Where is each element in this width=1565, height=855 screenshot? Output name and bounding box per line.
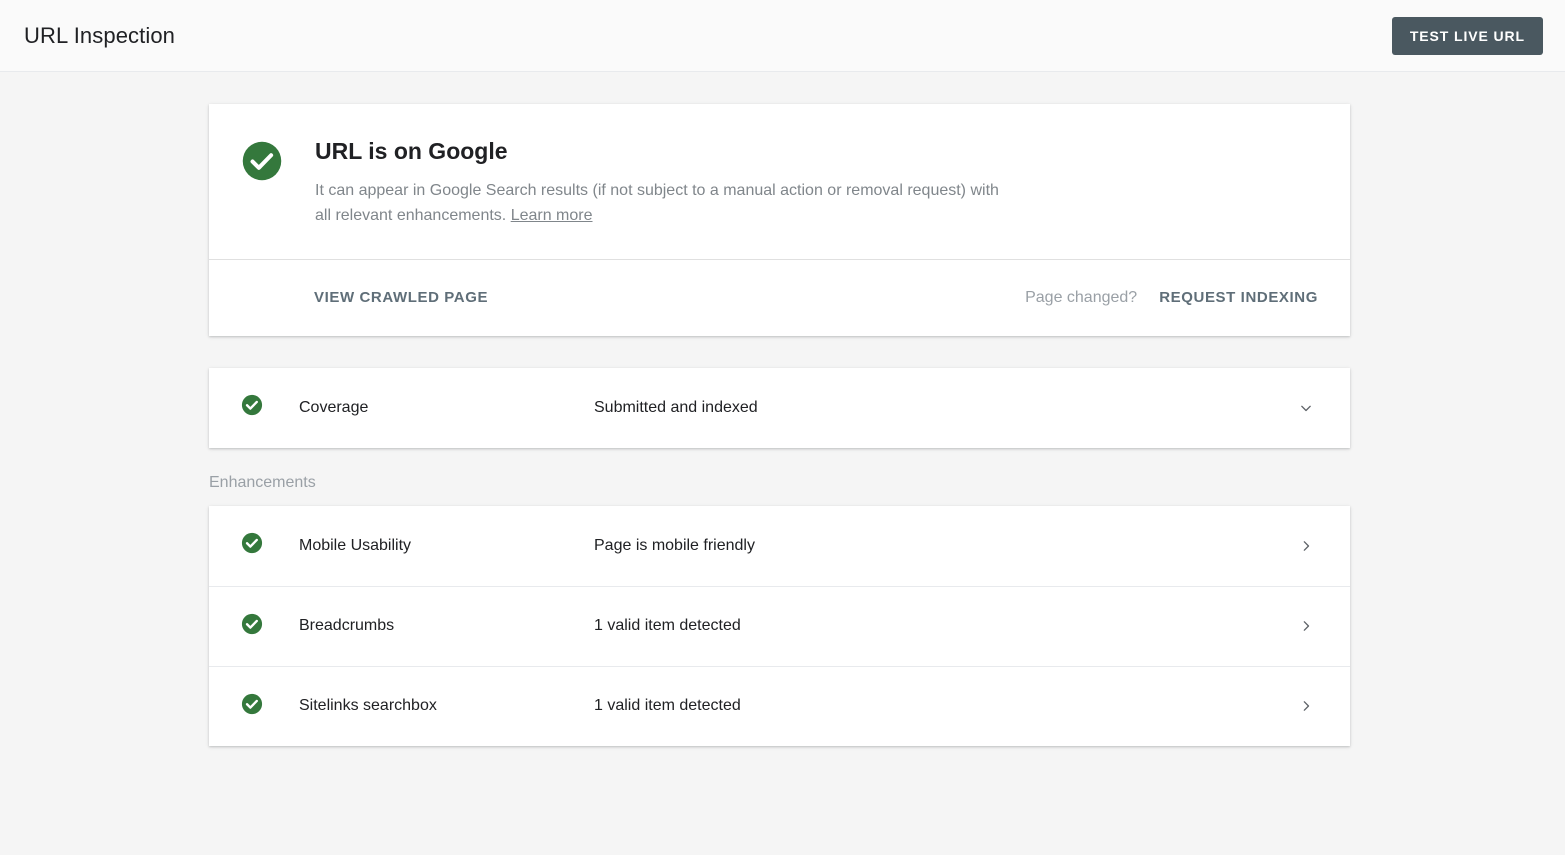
url-status-description: It can appear in Google Search results (… — [315, 178, 1015, 229]
page-changed-label: Page changed? — [1025, 288, 1138, 306]
url-status-actions: VIEW CRAWLED PAGE Page changed? REQUEST … — [209, 260, 1350, 336]
page-header: URL Inspection TEST LIVE URL — [0, 0, 1565, 72]
check-circle-icon — [241, 140, 283, 187]
check-circle-icon — [241, 394, 263, 421]
enhancement-label: Sitelinks searchbox — [299, 697, 437, 715]
coverage-row[interactable]: Coverage Submitted and indexed — [209, 368, 1350, 448]
check-circle-icon — [241, 693, 263, 720]
enhancement-label: Breadcrumbs — [299, 617, 395, 635]
check-circle-icon — [241, 613, 263, 640]
url-status-description-text: It can appear in Google Search results (… — [315, 181, 999, 225]
chevron-right-icon[interactable] — [1294, 534, 1318, 558]
enhancement-row[interactable]: Sitelinks searchbox 1 valid item detecte… — [209, 665, 1350, 746]
main-content: URL is on Google It can appear in Google… — [0, 72, 1565, 746]
enhancements-section-label: Enhancements — [209, 473, 316, 491]
enhancement-value: Page is mobile friendly — [594, 536, 755, 554]
chevron-down-icon[interactable] — [1294, 396, 1318, 420]
test-live-url-button[interactable]: TEST LIVE URL — [1391, 16, 1543, 55]
page-title: URL Inspection — [24, 22, 175, 48]
view-crawled-page-button[interactable]: VIEW CRAWLED PAGE — [314, 289, 488, 306]
url-status-body: URL is on Google It can appear in Google… — [209, 104, 1350, 260]
coverage-card[interactable]: Coverage Submitted and indexed — [209, 367, 1350, 448]
enhancement-row[interactable]: Breadcrumbs 1 valid item detected — [209, 585, 1350, 666]
chevron-right-icon[interactable] — [1294, 614, 1318, 638]
url-status-card: URL is on Google It can appear in Google… — [209, 104, 1350, 336]
chevron-right-icon[interactable] — [1294, 694, 1318, 718]
enhancement-row[interactable]: Mobile Usability Page is mobile friendly — [209, 506, 1350, 586]
coverage-label: Coverage — [299, 398, 369, 416]
enhancement-label: Mobile Usability — [299, 536, 412, 554]
check-circle-icon — [241, 532, 263, 559]
enhancements-card: Mobile Usability Page is mobile friendly… — [209, 505, 1350, 746]
url-status-text: URL is on Google It can appear in Google… — [315, 138, 1318, 229]
coverage-value: Submitted and indexed — [594, 398, 758, 416]
enhancement-value: 1 valid item detected — [594, 617, 741, 635]
request-indexing-button[interactable]: REQUEST INDEXING — [1159, 289, 1318, 306]
url-status-title: URL is on Google — [315, 138, 508, 164]
indexing-actions: Page changed? REQUEST INDEXING — [1025, 289, 1318, 307]
learn-more-link[interactable]: Learn more — [511, 207, 593, 224]
enhancement-value: 1 valid item detected — [594, 697, 741, 715]
